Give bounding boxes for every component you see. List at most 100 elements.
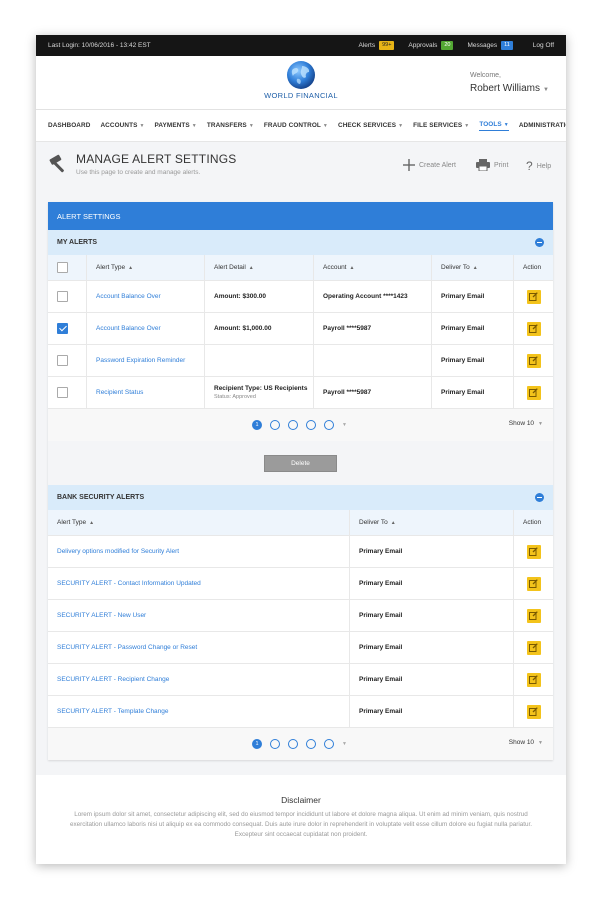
logoff-link[interactable]: Log Off bbox=[533, 42, 554, 49]
alert-type-link[interactable]: Password Expiration Reminder bbox=[96, 357, 185, 364]
alert-detail-sub: Status: Approved bbox=[214, 394, 256, 400]
edit-button[interactable] bbox=[526, 321, 541, 336]
next-page-icon[interactable]: ▼ bbox=[342, 422, 347, 428]
collapse-icon[interactable] bbox=[535, 238, 544, 247]
edit-button[interactable] bbox=[526, 704, 541, 719]
deliver-to-value: Primary Email bbox=[359, 644, 403, 651]
row-checkbox[interactable] bbox=[57, 291, 68, 302]
deliver-to-column[interactable]: Deliver To ▲ bbox=[350, 510, 514, 535]
table-row: SECURITY ALERT - Recipient Change Primary… bbox=[48, 664, 553, 696]
action-cell bbox=[514, 568, 553, 599]
user-menu[interactable]: Robert Williams ▼ bbox=[470, 83, 549, 94]
my-alerts-table-header: Alert Type ▲ Alert Detail ▲ Account ▲ Deliv… bbox=[48, 255, 553, 281]
alert-type-link[interactable]: SECURITY ALERT - Recipient Change bbox=[57, 676, 169, 683]
row-checkbox[interactable] bbox=[57, 355, 68, 366]
page-2-button[interactable] bbox=[270, 420, 280, 430]
alert-type-link[interactable]: Account Balance Over bbox=[96, 325, 161, 332]
deliver-to-value: Primary Email bbox=[441, 325, 485, 332]
edit-icon bbox=[529, 643, 538, 652]
edit-button[interactable] bbox=[526, 353, 541, 368]
nav-item-tools[interactable]: TOOLS ▼ bbox=[479, 121, 509, 131]
alert-type-link[interactable]: Account Balance Over bbox=[96, 293, 161, 300]
alert-type-link[interactable]: SECURITY ALERT - Password Change or Rese… bbox=[57, 644, 197, 651]
create-alert-button[interactable]: Create Alert bbox=[403, 159, 456, 171]
delete-button[interactable]: Delete bbox=[264, 455, 337, 472]
account-value: Operating Account ****1423 bbox=[323, 293, 408, 300]
page-5-button[interactable] bbox=[324, 739, 334, 749]
account-cell: Payroll ****5987 bbox=[314, 377, 432, 408]
alert-type-link[interactable]: SECURITY ALERT - New User bbox=[57, 612, 146, 619]
alert-type-link[interactable]: Recipient Status bbox=[96, 389, 143, 396]
deliver-to-value: Primary Email bbox=[359, 580, 403, 587]
nav-item-transfers[interactable]: TRANSFERS ▼ bbox=[207, 122, 254, 129]
page-size-value: Show 10 bbox=[508, 420, 535, 427]
deliver-to-value: Primary Email bbox=[441, 293, 485, 300]
page-size-select[interactable]: Show 10 ▼ bbox=[509, 739, 543, 746]
alert-type-link[interactable]: SECURITY ALERT - Contact Information Upd… bbox=[57, 580, 201, 587]
alert-detail: Recipient Type: US Recipients bbox=[214, 385, 308, 392]
nav-item-administration[interactable]: ADMINISTRATION▼ bbox=[519, 122, 566, 129]
edit-button[interactable] bbox=[526, 672, 541, 687]
select-cell bbox=[48, 377, 87, 408]
collapse-icon[interactable] bbox=[535, 493, 544, 502]
page-1-button[interactable]: 1 bbox=[252, 739, 262, 749]
alerts-link[interactable]: Alerts 99+ bbox=[358, 41, 395, 50]
edit-icon bbox=[529, 707, 538, 716]
edit-button[interactable] bbox=[526, 576, 541, 591]
print-button[interactable]: Print bbox=[476, 159, 508, 171]
page-size-select[interactable]: Show 10 ▼ bbox=[509, 420, 543, 427]
page-2-button[interactable] bbox=[270, 739, 280, 749]
page-1-button[interactable]: 1 bbox=[252, 420, 262, 430]
disclaimer: Disclaimer Lorem ipsum dolor sit amet, c… bbox=[36, 775, 566, 864]
deliver-to-value: Primary Email bbox=[359, 708, 403, 715]
edit-button[interactable] bbox=[526, 289, 541, 304]
select-cell bbox=[48, 345, 87, 376]
edit-button[interactable] bbox=[526, 385, 541, 400]
alert-detail-column[interactable]: Alert Detail ▲ bbox=[205, 255, 314, 280]
globe-icon bbox=[287, 61, 315, 89]
brand-logo[interactable]: WORLD FINANCIAL bbox=[261, 60, 341, 100]
row-checkbox[interactable] bbox=[57, 323, 68, 334]
approvals-link[interactable]: Approvals 20 bbox=[408, 41, 454, 50]
account-value: Payroll ****5987 bbox=[323, 389, 372, 396]
messages-link[interactable]: Messages 11 bbox=[467, 41, 513, 50]
select-all-checkbox[interactable] bbox=[57, 262, 68, 273]
action-column: Action bbox=[514, 510, 553, 535]
row-checkbox[interactable] bbox=[57, 387, 68, 398]
page-3-button[interactable] bbox=[288, 739, 298, 749]
chevron-down-icon: ▼ bbox=[191, 123, 197, 129]
bank-alerts-header[interactable]: BANK SECURITY ALERTS bbox=[48, 485, 553, 510]
edit-button[interactable] bbox=[526, 608, 541, 623]
nav-item-fraud-control[interactable]: FRAUD CONTROL ▼ bbox=[264, 122, 328, 129]
my-alerts-header[interactable]: MY ALERTS bbox=[48, 230, 553, 255]
deliver-to-value: Primary Email bbox=[359, 548, 403, 555]
edit-button[interactable] bbox=[526, 544, 541, 559]
alert-type-column[interactable]: Alert Type ▲ bbox=[87, 255, 205, 280]
page-4-button[interactable] bbox=[306, 420, 316, 430]
table-row: SECURITY ALERT - Template Change Primary … bbox=[48, 696, 553, 728]
nav-item-accounts[interactable]: ACCOUNTS ▼ bbox=[100, 122, 144, 129]
nav-item-file-services[interactable]: FILE SERVICES ▼ bbox=[413, 122, 469, 129]
action-cell bbox=[514, 281, 553, 312]
edit-icon bbox=[529, 675, 538, 684]
alerts-label: Alerts bbox=[358, 42, 376, 49]
deliver-to-column[interactable]: Deliver To ▲ bbox=[432, 255, 514, 280]
next-page-icon[interactable]: ▼ bbox=[342, 741, 347, 747]
nav-item-check-services[interactable]: CHECK SERVICES ▼ bbox=[338, 122, 403, 129]
page-4-button[interactable] bbox=[306, 739, 316, 749]
edit-button[interactable] bbox=[526, 640, 541, 655]
page-5-button[interactable] bbox=[324, 420, 334, 430]
account-column[interactable]: Account ▲ bbox=[314, 255, 432, 280]
alert-type-cell: SECURITY ALERT - New User bbox=[48, 600, 350, 631]
chevron-down-icon: ▼ bbox=[248, 123, 254, 129]
alert-type-link[interactable]: SECURITY ALERT - Template Change bbox=[57, 708, 169, 715]
printer-icon bbox=[476, 159, 490, 171]
nav-item-payments[interactable]: PAYMENTS ▼ bbox=[155, 122, 197, 129]
chevron-down-icon: ▼ bbox=[322, 123, 328, 129]
alert-type-link[interactable]: Delivery options modified for Security A… bbox=[57, 548, 179, 555]
page-3-button[interactable] bbox=[288, 420, 298, 430]
nav-item-dashboard[interactable]: DASHBOARD bbox=[48, 122, 90, 129]
table-row: SECURITY ALERT - Contact Information Upd… bbox=[48, 568, 553, 600]
alert-type-column[interactable]: Alert Type ▲ bbox=[48, 510, 350, 535]
help-button[interactable]: ? Help bbox=[526, 159, 551, 173]
